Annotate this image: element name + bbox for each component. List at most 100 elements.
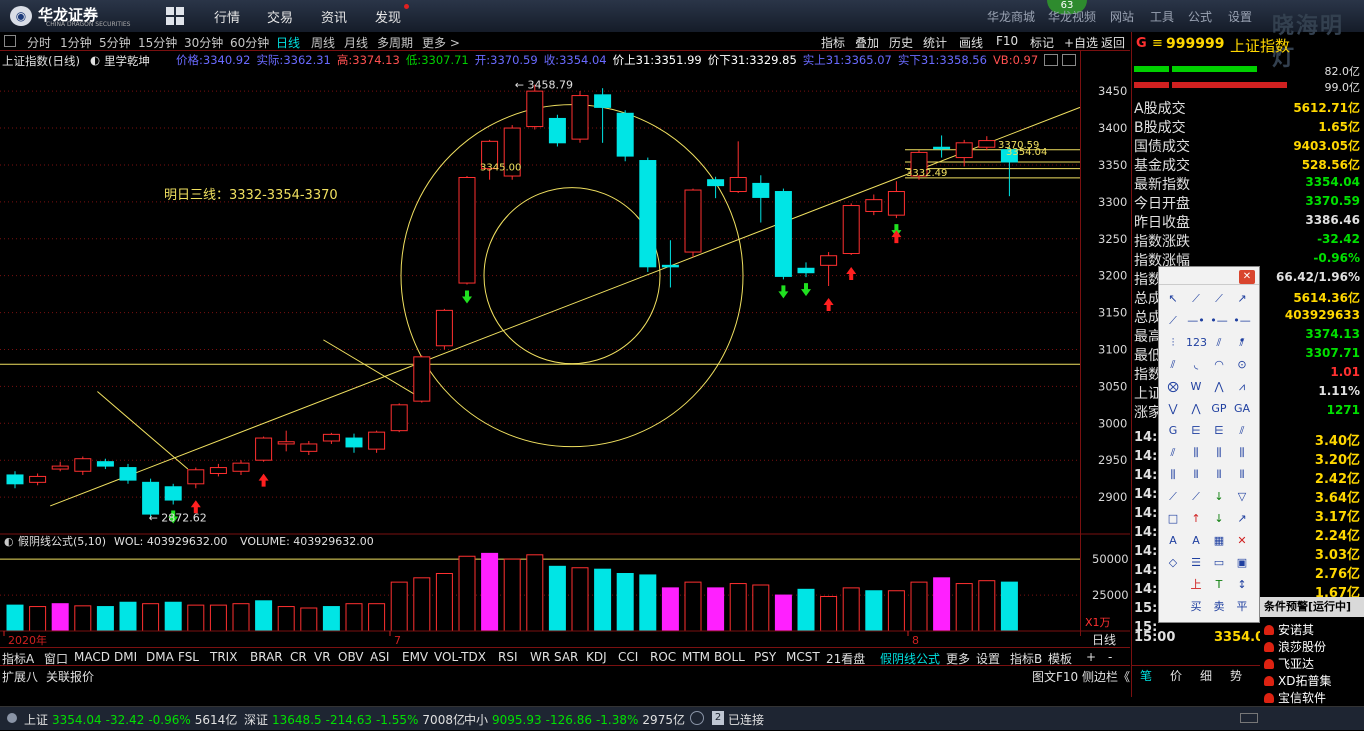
collapse-icon[interactable] <box>4 35 16 47</box>
period-multi[interactable]: 多周期 <box>377 34 413 51</box>
draw-tool-icon[interactable]: □ <box>1163 509 1183 529</box>
draw-tool-icon[interactable]: ⋁ <box>1163 399 1183 419</box>
alert-item[interactable]: 浪莎股份 <box>1264 638 1326 655</box>
period-weekly[interactable]: 周线 <box>311 34 335 51</box>
candle[interactable] <box>232 460 250 475</box>
candle[interactable] <box>345 433 363 453</box>
draw-tool-icon[interactable]: ⫼ <box>1232 443 1252 463</box>
period-60min[interactable]: 60分钟 <box>230 34 269 51</box>
candle[interactable] <box>887 181 905 219</box>
indicator-tab[interactable]: MCST <box>786 650 820 664</box>
menu-icon[interactable]: ≡ <box>1152 36 1163 51</box>
indicator-tab[interactable]: ROC <box>650 650 676 664</box>
nav-hangqing[interactable]: 行情 <box>214 7 240 26</box>
status-home-icon[interactable] <box>7 713 17 723</box>
draw-tool-icon[interactable]: 平 <box>1232 597 1252 617</box>
tool-f10[interactable]: F10 <box>996 34 1018 48</box>
tool-indicator[interactable]: 指标 <box>821 34 845 51</box>
candle[interactable] <box>458 176 476 285</box>
draw-tool-icon[interactable]: ◟ <box>1186 355 1206 375</box>
draw-tool-icon[interactable]: GA <box>1232 399 1252 419</box>
draw-tool-icon[interactable]: ⫽ <box>1163 443 1183 463</box>
indicator-tab[interactable]: VOL-TDX <box>434 650 486 664</box>
candle[interactable] <box>277 430 295 452</box>
kline-chart[interactable]: 2900 2950 3000 3050 3100 3150 3200 3250 3300 3350… <box>0 69 1130 672</box>
indicator-tab[interactable]: KDJ <box>586 650 607 664</box>
tool-add-watch[interactable]: +自选 <box>1064 34 1098 51</box>
candle[interactable] <box>435 308 453 350</box>
menu-website[interactable]: 网站 <box>1110 8 1134 25</box>
indicator-tab[interactable]: BOLL <box>714 650 745 664</box>
candle[interactable] <box>368 430 386 453</box>
sidebar-toggle[interactable]: 侧边栏《 <box>1082 668 1130 685</box>
indicator-tab[interactable]: SAR <box>554 650 578 664</box>
draw-tool-icon[interactable]: ⟋ <box>1186 289 1206 309</box>
draw-tool-icon[interactable]: ⋀ <box>1209 377 1229 397</box>
indicator-tab[interactable]: FSL <box>178 650 199 664</box>
draw-tool-icon[interactable] <box>1163 619 1183 639</box>
candle[interactable] <box>820 252 838 286</box>
draw-tool-icon[interactable]: ⟋ <box>1186 487 1206 507</box>
period-5min[interactable]: 5分钟 <box>99 34 131 51</box>
status-resize-icon[interactable] <box>1240 713 1258 723</box>
nav-jiaoyi[interactable]: 交易 <box>267 7 293 26</box>
candle[interactable] <box>300 441 318 456</box>
tool-back[interactable]: 返回 <box>1101 34 1125 51</box>
draw-tool-icon[interactable]: ⫼ <box>1209 443 1229 463</box>
draw-tool-icon[interactable]: A <box>1163 531 1183 551</box>
volume-icon[interactable]: ◐ <box>4 535 14 548</box>
draw-tool-icon[interactable] <box>1163 575 1183 595</box>
candle[interactable] <box>187 467 205 489</box>
tool-overlay[interactable]: 叠加 <box>855 34 879 51</box>
draw-tool-icon[interactable]: ⫴ <box>1232 465 1252 485</box>
menu-tools[interactable]: 工具 <box>1150 8 1174 25</box>
draw-tool-icon[interactable]: ◇ <box>1163 553 1183 573</box>
candle[interactable] <box>797 262 815 278</box>
indicator-right-tab[interactable]: + <box>1086 650 1096 664</box>
indicator-tab[interactable]: OBV <box>338 650 364 664</box>
tool-mark[interactable]: 标记 <box>1030 34 1054 51</box>
related-quote-tab[interactable]: 关联报价 <box>46 668 94 685</box>
candle[interactable] <box>639 157 657 272</box>
draw-tool-icon[interactable]: W <box>1186 377 1206 397</box>
draw-tool-icon[interactable]: —• <box>1186 311 1206 331</box>
candle[interactable] <box>978 136 996 151</box>
ext-tab[interactable]: 扩展八 <box>2 668 38 685</box>
info-minimize-icon[interactable] <box>1044 54 1058 66</box>
nav-faxian[interactable]: 发现 <box>375 7 401 26</box>
candle[interactable] <box>616 110 634 162</box>
draw-tool-icon[interactable]: ↑ <box>1186 509 1206 529</box>
nav-zixun[interactable]: 资讯 <box>321 7 347 26</box>
draw-tool-icon[interactable]: ▭ <box>1209 553 1229 573</box>
candle[interactable] <box>548 114 566 147</box>
indicator-tab[interactable]: RSI <box>498 650 518 664</box>
draw-tool-icon[interactable]: ↖ <box>1163 289 1183 309</box>
draw-tool-icon[interactable]: ⫴ <box>1209 465 1229 485</box>
indicator-right-tab[interactable]: - <box>1108 650 1112 664</box>
grid-menu-icon[interactable] <box>166 7 184 25</box>
draw-tool-icon[interactable]: GP <box>1209 399 1229 419</box>
tick-tab[interactable]: 价 <box>1170 667 1182 684</box>
candle[interactable] <box>594 88 612 143</box>
alert-item[interactable]: 安诺其 <box>1264 621 1314 638</box>
period-daily[interactable]: 日线 <box>276 34 300 51</box>
pointer-arrow[interactable] <box>97 391 189 470</box>
draw-tool-icon[interactable]: ⨂ <box>1163 377 1183 397</box>
candle[interactable] <box>209 463 227 477</box>
index-ticker-item[interactable]: 上证 3354.04 -32.42 -0.96% 5614亿 <box>24 711 237 728</box>
candle[interactable] <box>6 471 24 489</box>
draw-tool-icon[interactable]: 123 <box>1186 333 1207 353</box>
draw-tool-icon[interactable]: ⫽ <box>1232 421 1252 441</box>
indicator-tab[interactable]: MTM <box>682 650 710 664</box>
draw-tool-icon[interactable]: •— <box>1209 311 1229 331</box>
draw-tool-icon[interactable]: ↕ <box>1232 575 1252 595</box>
indicator-tab[interactable]: MACD <box>74 650 110 664</box>
draw-tool-icon[interactable] <box>1163 597 1183 617</box>
indicator-tab[interactable]: PSY <box>754 650 776 664</box>
candle[interactable] <box>322 432 340 444</box>
menu-formula[interactable]: 公式 <box>1188 8 1212 25</box>
draw-tool-icon[interactable]: A <box>1186 531 1206 551</box>
draw-tool-icon[interactable]: ⟋ <box>1209 289 1229 309</box>
indicator-tab[interactable]: TRIX <box>210 650 237 664</box>
draw-tool-icon[interactable]: ⊙ <box>1232 355 1252 375</box>
